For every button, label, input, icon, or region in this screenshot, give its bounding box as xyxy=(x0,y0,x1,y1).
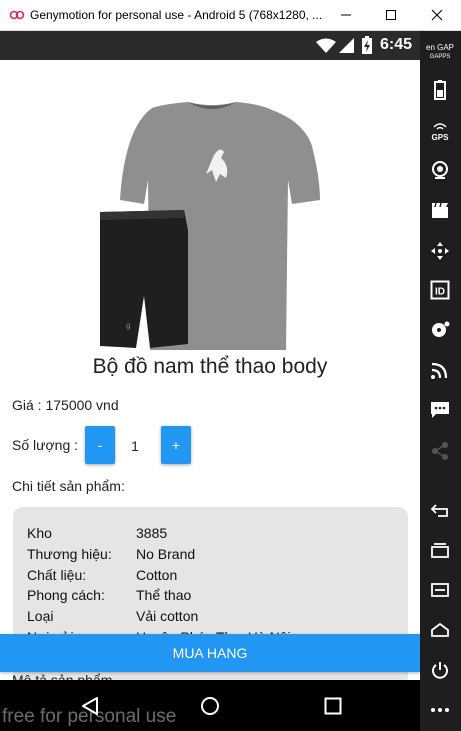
window-titlebar: Genymotion for personal use - Android 5 … xyxy=(0,0,461,31)
watermark: free for personal use xyxy=(2,706,177,727)
svg-text:GPS: GPS xyxy=(432,133,450,142)
product-image: g xyxy=(100,102,320,350)
maximize-button[interactable] xyxy=(368,0,414,30)
battery-charging-icon xyxy=(362,36,372,54)
svg-text:g: g xyxy=(126,321,130,330)
disk-icon xyxy=(432,321,450,337)
more-icon xyxy=(431,708,449,712)
detail-key: Phong cách: xyxy=(27,587,105,603)
home-button[interactable] xyxy=(426,616,454,644)
battery-button[interactable] xyxy=(426,76,454,104)
buy-button[interactable]: MUA HANG xyxy=(0,634,420,672)
details-label: Chi tiết sản phẩm: xyxy=(12,478,125,494)
sms-button[interactable] xyxy=(426,396,454,424)
recent-apps-button[interactable] xyxy=(426,536,454,564)
power-button[interactable] xyxy=(426,656,454,684)
sms-icon xyxy=(431,402,449,418)
home-circle-icon xyxy=(201,697,219,715)
nav-recents-button[interactable] xyxy=(319,692,347,720)
menu-icon xyxy=(431,583,449,597)
detail-value: No Brand xyxy=(136,546,196,562)
device-id-icon: ID xyxy=(430,280,450,300)
signal-icon xyxy=(339,38,354,53)
detail-value: Vải cotton xyxy=(136,608,199,624)
gps-icon: GPS xyxy=(432,123,450,142)
power-icon xyxy=(432,662,448,679)
more-button[interactable] xyxy=(426,696,454,724)
close-button[interactable] xyxy=(414,0,460,30)
back-button[interactable] xyxy=(426,496,454,524)
webcam-button[interactable] xyxy=(426,156,454,184)
detail-value: Thể thao xyxy=(136,587,192,603)
detail-value: Cotton xyxy=(136,567,178,583)
minimize-button[interactable] xyxy=(323,0,369,30)
wifi-icon xyxy=(316,38,336,53)
menu-button[interactable] xyxy=(426,576,454,604)
gps-button[interactable]: GPS xyxy=(426,117,454,145)
svg-text:GAPPS: GAPPS xyxy=(430,54,451,60)
detail-key: Thương hiệu: xyxy=(27,546,112,562)
quantity-increase-button[interactable]: + xyxy=(161,426,191,464)
window-title: Genymotion for personal use - Android 5 … xyxy=(30,8,323,22)
quantity-decrease-button[interactable]: - xyxy=(85,426,115,464)
close-icon xyxy=(431,9,443,21)
genymotion-logo-icon xyxy=(9,10,25,20)
nav-home-button[interactable] xyxy=(196,692,224,720)
back-icon xyxy=(430,504,448,517)
maximize-icon xyxy=(386,10,396,20)
product-price: Giá : 175000 vnd xyxy=(12,397,119,413)
detail-key: Kho xyxy=(27,525,52,541)
disk-button[interactable] xyxy=(426,316,454,344)
recents-square-icon xyxy=(324,697,342,715)
share-icon xyxy=(432,442,448,460)
product-name: Bộ đồ nam thể thao body xyxy=(92,355,328,378)
open-gapps-button[interactable]: Open GAPPS GAPPS xyxy=(426,37,454,65)
recent-apps-icon xyxy=(431,543,449,558)
share-button[interactable] xyxy=(426,437,454,465)
svg-text:ID: ID xyxy=(435,287,445,298)
minimize-icon xyxy=(341,14,351,16)
cast-icon xyxy=(431,362,448,379)
home-icon xyxy=(431,622,449,637)
detail-key: Loại xyxy=(27,608,54,624)
quantity-value: 1 xyxy=(131,438,139,454)
capture-icon xyxy=(432,202,448,218)
detail-value: 3885 xyxy=(136,525,168,541)
dpad-button[interactable] xyxy=(426,237,454,265)
capture-button[interactable] xyxy=(426,196,454,224)
battery-icon xyxy=(434,80,446,100)
device-id-button[interactable]: ID xyxy=(426,276,454,304)
dpad-icon xyxy=(431,242,449,260)
description-label: Mô tả sản phẩm xyxy=(12,672,113,680)
webcam-icon xyxy=(432,161,448,179)
genymotion-toolbar: Open GAPPS GAPPS GPS ID xyxy=(420,31,461,731)
detail-key: Chất liệu: xyxy=(27,567,87,583)
cast-button[interactable] xyxy=(426,356,454,384)
product-detail-screen: g Bộ đồ nam thể thao body Giá : 175000 v… xyxy=(0,60,420,680)
open-gapps-icon: Open GAPPS GAPPS xyxy=(426,43,454,60)
svg-text:Open GAPPS: Open GAPPS xyxy=(426,43,454,52)
status-time: 6:45 xyxy=(379,36,412,53)
quantity-label: Số lượng : xyxy=(12,437,79,453)
status-bar: 6:45 xyxy=(0,31,420,60)
